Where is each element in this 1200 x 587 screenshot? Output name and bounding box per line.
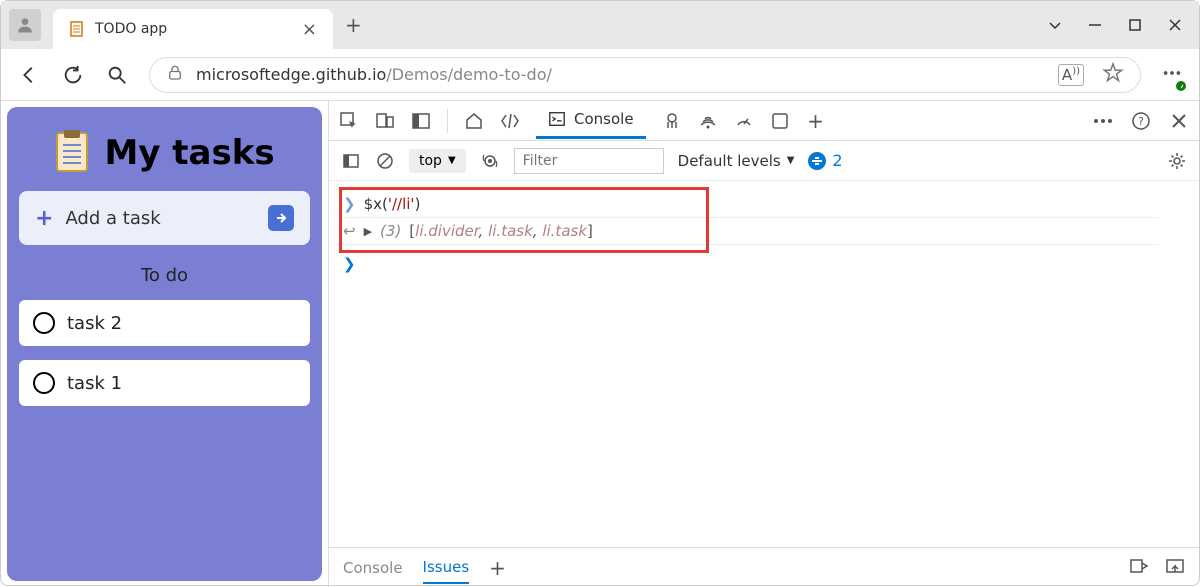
elements-tab-icon[interactable]: [500, 111, 520, 131]
more-icon[interactable]: [1093, 111, 1113, 131]
expand-icon[interactable]: ▶: [364, 225, 372, 238]
menu-button[interactable]: [1161, 62, 1183, 88]
task-item[interactable]: task 1: [19, 360, 310, 406]
address-bar: microsoftedge.github.io/Demos/demo-to-do…: [1, 49, 1199, 101]
window-titlebar: TODO app × +: [1, 1, 1199, 49]
sidebar-toggle-icon[interactable]: [341, 151, 361, 171]
drawer-issues-tab[interactable]: Issues: [423, 558, 470, 584]
context-selector[interactable]: top ▼: [409, 149, 466, 173]
help-icon[interactable]: ?: [1131, 111, 1151, 131]
page-icon: [69, 21, 85, 37]
issues-count: 2: [832, 151, 842, 170]
device-icon[interactable]: [375, 111, 395, 131]
browser-tab[interactable]: TODO app ×: [53, 9, 333, 49]
output-prompt-icon: ↩: [343, 222, 356, 240]
live-expression-icon[interactable]: [480, 151, 500, 171]
console-input-line: ❯ $x('//li'): [343, 191, 1185, 217]
close-devtools-icon[interactable]: [1169, 111, 1189, 131]
favorite-icon[interactable]: [1102, 62, 1124, 88]
log-levels-selector[interactable]: Default levels ▼: [678, 152, 795, 170]
application-tab-icon[interactable]: [770, 111, 790, 131]
add-task-button[interactable]: + Add a task: [19, 191, 310, 245]
url-input[interactable]: microsoftedge.github.io/Demos/demo-to-do…: [149, 57, 1141, 93]
task-name: task 2: [67, 313, 122, 334]
task-name: task 1: [67, 373, 122, 394]
console-tab-label: Console: [574, 110, 634, 128]
chevron-down-icon[interactable]: [1047, 17, 1063, 33]
clear-console-icon[interactable]: [375, 151, 395, 171]
add-task-label: Add a task: [65, 208, 256, 229]
console-body[interactable]: ❯ $x('//li') ↩ ▶ (3) [li.divider, li.tas…: [329, 181, 1199, 547]
maximize-button[interactable]: [1127, 17, 1143, 33]
welcome-tab-icon[interactable]: [464, 111, 484, 131]
issues-indicator[interactable]: 2: [808, 151, 842, 170]
url-text: microsoftedge.github.io/Demos/demo-to-do…: [196, 65, 552, 84]
issue-badge-icon: [808, 152, 826, 170]
read-aloud-icon[interactable]: A)): [1058, 64, 1084, 86]
input-prompt-icon: ❯: [343, 195, 356, 213]
result-array: [li.divider, li.task, li.task]: [409, 222, 593, 240]
plus-icon: +: [35, 206, 53, 231]
console-empty-prompt[interactable]: ❯: [343, 245, 1185, 277]
input-prompt-icon: ❯: [343, 255, 356, 273]
profile-icon[interactable]: [9, 9, 41, 41]
search-button[interactable]: [105, 63, 129, 87]
new-tab-button[interactable]: +: [345, 13, 362, 37]
performance-tab-icon[interactable]: [734, 111, 754, 131]
filter-input[interactable]: [514, 148, 664, 174]
drawer-add-tab[interactable]: +: [489, 556, 506, 580]
clipboard-icon: [54, 129, 90, 177]
dock-icon[interactable]: [411, 111, 431, 131]
console-toolbar: top ▼ Default levels ▼ 2: [329, 141, 1199, 181]
network-tab-icon[interactable]: [698, 111, 718, 131]
back-button[interactable]: [17, 63, 41, 87]
submit-arrow-icon[interactable]: [268, 205, 294, 231]
task-checkbox[interactable]: [33, 312, 55, 334]
svg-text:?: ?: [1138, 115, 1144, 128]
lock-icon: [166, 64, 184, 86]
close-button[interactable]: [1167, 17, 1183, 33]
result-count: (3): [380, 222, 401, 240]
todo-app: My tasks + Add a task To do task 2 task …: [7, 107, 322, 581]
sources-tab-icon[interactable]: [662, 111, 682, 131]
dock-side-icon[interactable]: [1165, 557, 1185, 579]
refresh-button[interactable]: [61, 63, 85, 87]
settings-icon[interactable]: [1167, 151, 1187, 171]
inspect-icon[interactable]: [339, 111, 359, 131]
drawer-console-tab[interactable]: Console: [343, 559, 403, 577]
minimize-button[interactable]: [1087, 17, 1103, 33]
tab-title: TODO app: [95, 21, 292, 37]
computed-styles-icon[interactable]: [1129, 557, 1149, 579]
app-title: My tasks: [104, 133, 274, 173]
more-tabs-icon[interactable]: +: [806, 111, 826, 131]
devtools-drawer-tabs: Console Issues +: [329, 547, 1199, 587]
task-item[interactable]: task 2: [19, 300, 310, 346]
console-tab[interactable]: Console: [536, 102, 646, 139]
section-label: To do: [19, 265, 310, 286]
task-checkbox[interactable]: [33, 372, 55, 394]
devtools-panel: Console + ? top ▼ Default levels ▼ 2: [328, 101, 1199, 587]
console-input-code: $x('//li'): [364, 195, 421, 213]
tab-close-button[interactable]: ×: [302, 19, 317, 40]
devtools-tabbar: Console + ?: [329, 101, 1199, 141]
console-output-line[interactable]: ↩ ▶ (3) [li.divider, li.task, li.task]: [343, 218, 1185, 244]
